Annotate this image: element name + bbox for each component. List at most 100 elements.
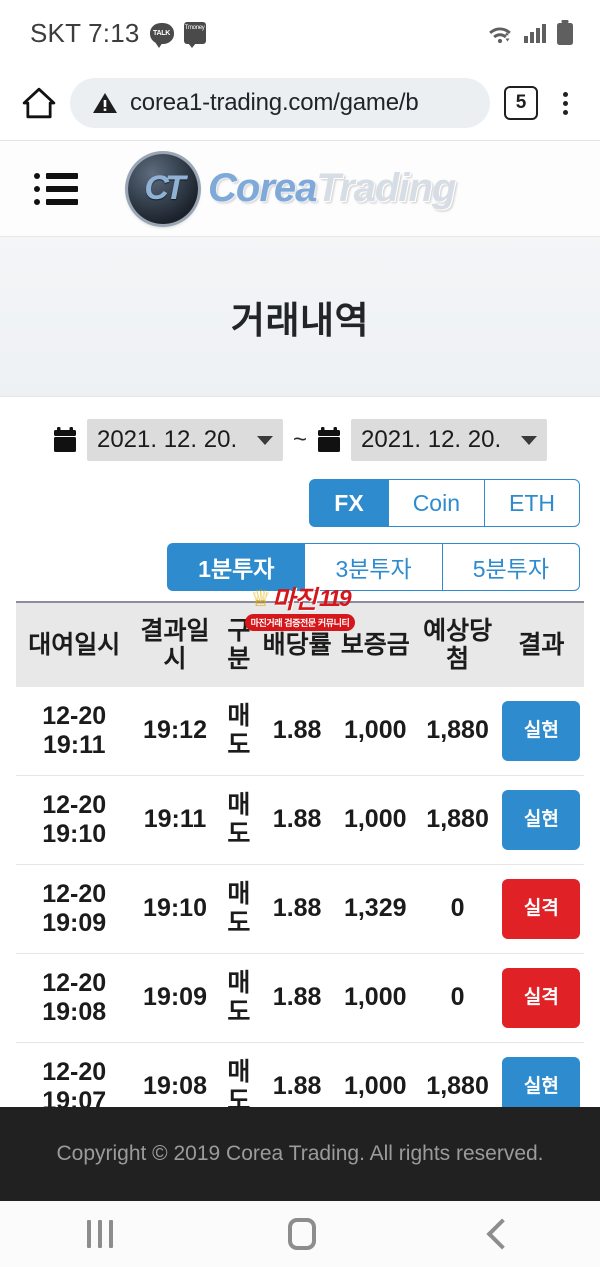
cell-lend-datetime: 12-20 19:10 <box>16 775 133 865</box>
cell-lend-datetime: 12-20 19:09 <box>16 864 133 954</box>
cell-type: 매도 <box>217 687 261 776</box>
table-row[interactable]: 12-20 19:11 19:12 매도 1.88 1,000 1,880 실현 <box>16 687 584 776</box>
table-row[interactable]: 12-20 19:10 19:11 매도 1.88 1,000 1,880 실현 <box>16 775 584 865</box>
kakaotalk-icon: TALK <box>149 22 174 48</box>
cell-lend-datetime: 12-20 19:11 <box>16 687 133 776</box>
status-badge: 실격 <box>502 879 581 939</box>
table-header-row: 대여일시 결과일시 구분 배당률 보증금 예상당첨 결과 <box>16 601 584 687</box>
browser-toolbar: corea1-trading.com/game/b 5 <box>0 66 600 140</box>
col-header-result-datetime: 결과일시 <box>132 601 218 687</box>
cell-result: 실현 <box>498 775 584 865</box>
market-tab-group: FX Coin ETH <box>20 479 580 527</box>
cell-expected: 0 <box>416 953 499 1043</box>
transaction-table-wrap: 대여일시 결과일시 구분 배당률 보증금 예상당첨 결과 12-20 19:11 … <box>0 601 600 1132</box>
filter-panel: 2021. 12. 20. ~ 2021. 12. 20. FX Coin ET… <box>0 397 600 591</box>
cell-deposit: 1,000 <box>334 687 417 776</box>
tab-coin[interactable]: Coin <box>387 479 484 527</box>
tab-3min[interactable]: 3분투자 <box>304 543 442 591</box>
tab-5min[interactable]: 5분투자 <box>441 543 580 591</box>
tab-counter-button[interactable]: 5 <box>504 86 538 120</box>
back-nav-icon[interactable] <box>486 1218 518 1250</box>
android-nav-bar <box>0 1201 600 1267</box>
brand-name-second: Trading <box>316 166 456 210</box>
calendar-icon <box>318 427 340 452</box>
android-status-bar: SKT 7:13 TALK Tmoney <box>0 0 600 66</box>
carrier-and-clock: SKT 7:13 <box>30 17 140 48</box>
cell-rate: 1.88 <box>260 687 335 776</box>
date-from-select[interactable]: 2021. 12. 20. <box>86 419 283 461</box>
cell-deposit: 1,000 <box>334 775 417 865</box>
cell-type: 매도 <box>217 864 261 954</box>
cell-expected: 1,880 <box>416 687 499 776</box>
tmoney-icon: Tmoney <box>183 22 206 48</box>
table-head: 대여일시 결과일시 구분 배당률 보증금 예상당첨 결과 <box>16 601 584 687</box>
calendar-icon <box>53 427 76 452</box>
cell-expected: 0 <box>416 864 499 954</box>
page-title: 거래내역 <box>230 299 370 341</box>
recents-icon[interactable] <box>87 1220 114 1248</box>
date-range-row: 2021. 12. 20. ~ 2021. 12. 20. <box>20 419 580 461</box>
address-bar[interactable]: corea1-trading.com/game/b <box>70 78 490 128</box>
battery-icon <box>557 20 573 45</box>
brand-wordmark: CoreaTrading <box>208 166 456 211</box>
cell-result: 실현 <box>498 687 584 776</box>
cell-deposit: 1,329 <box>334 864 417 954</box>
site-footer: Copyright © 2019 Corea Trading. All righ… <box>0 1107 600 1201</box>
logo-mark-icon: CT <box>128 153 198 224</box>
cell-result: 실격 <box>498 953 584 1043</box>
cell-result-time: 19:12 <box>132 687 218 776</box>
cell-rate: 1.88 <box>260 953 335 1043</box>
cell-result-time: 19:09 <box>132 953 218 1043</box>
site-logo[interactable]: CT CoreaTrading <box>128 153 456 224</box>
tab-eth[interactable]: ETH <box>484 479 580 527</box>
chevron-down-icon <box>256 435 273 445</box>
brand-name-first: Corea <box>208 166 317 210</box>
status-right-group <box>486 20 574 46</box>
wifi-icon <box>489 27 511 44</box>
cell-type: 매도 <box>217 775 261 865</box>
cell-result-time: 19:11 <box>132 775 218 865</box>
col-header-deposit: 보증금 <box>334 601 417 687</box>
status-badge: 실현 <box>502 790 581 850</box>
cell-result-time: 19:10 <box>132 864 218 954</box>
cell-rate: 1.88 <box>260 864 335 954</box>
date-to-value: 2021. 12. 20. <box>361 426 502 453</box>
table-body: 12-20 19:11 19:12 매도 1.88 1,000 1,880 실현 … <box>16 687 584 1132</box>
cell-lend-datetime: 12-20 19:08 <box>16 953 133 1043</box>
site-header: CT CoreaTrading <box>0 141 600 237</box>
cell-deposit: 1,000 <box>334 953 417 1043</box>
chevron-down-icon <box>521 435 537 445</box>
tab-counter-value: 5 <box>515 92 527 113</box>
home-icon[interactable] <box>22 86 56 120</box>
interval-tab-group: 1분투자 3분투자 5분투자 <box>20 543 580 591</box>
cell-type: 매도 <box>217 953 261 1043</box>
col-header-lend-datetime: 대여일시 <box>16 601 133 687</box>
col-header-result: 결과 <box>498 601 584 687</box>
status-badge: 실현 <box>502 701 581 761</box>
home-nav-icon[interactable] <box>287 1218 316 1250</box>
col-header-rate: 배당률 <box>260 601 335 687</box>
signal-icon <box>524 24 546 43</box>
status-badge: 실격 <box>502 968 581 1028</box>
page-title-band: 거래내역 <box>0 237 600 397</box>
cell-expected: 1,880 <box>416 775 499 865</box>
table-row[interactable]: 12-20 19:08 19:09 매도 1.88 1,000 0 실격 <box>16 953 584 1043</box>
col-header-expected: 예상당첨 <box>416 601 499 687</box>
date-from-value: 2021. 12. 20. <box>96 426 238 453</box>
cell-result: 실격 <box>498 864 584 954</box>
transaction-table: 대여일시 결과일시 구분 배당률 보증금 예상당첨 결과 12-20 19:11 … <box>16 601 584 1132</box>
status-left-group: SKT 7:13 TALK Tmoney <box>30 18 206 49</box>
not-secure-warning-icon <box>93 93 117 113</box>
date-range-separator: ~ <box>292 426 307 453</box>
table-row[interactable]: 12-20 19:09 19:10 매도 1.88 1,329 0 실격 <box>16 864 584 954</box>
hamburger-menu-icon[interactable] <box>34 172 78 205</box>
col-header-type: 구분 <box>217 601 261 687</box>
copyright-text: Copyright © 2019 Corea Trading. All righ… <box>56 1142 544 1165</box>
date-to-select[interactable]: 2021. 12. 20. <box>351 419 547 461</box>
logo-mark-text: CT <box>144 169 185 207</box>
overflow-menu-icon[interactable] <box>552 91 578 115</box>
cell-rate: 1.88 <box>260 775 335 865</box>
url-text: corea1-trading.com/game/b <box>130 89 419 116</box>
tab-1min[interactable]: 1분투자 <box>167 543 305 591</box>
tab-fx[interactable]: FX <box>309 479 388 527</box>
